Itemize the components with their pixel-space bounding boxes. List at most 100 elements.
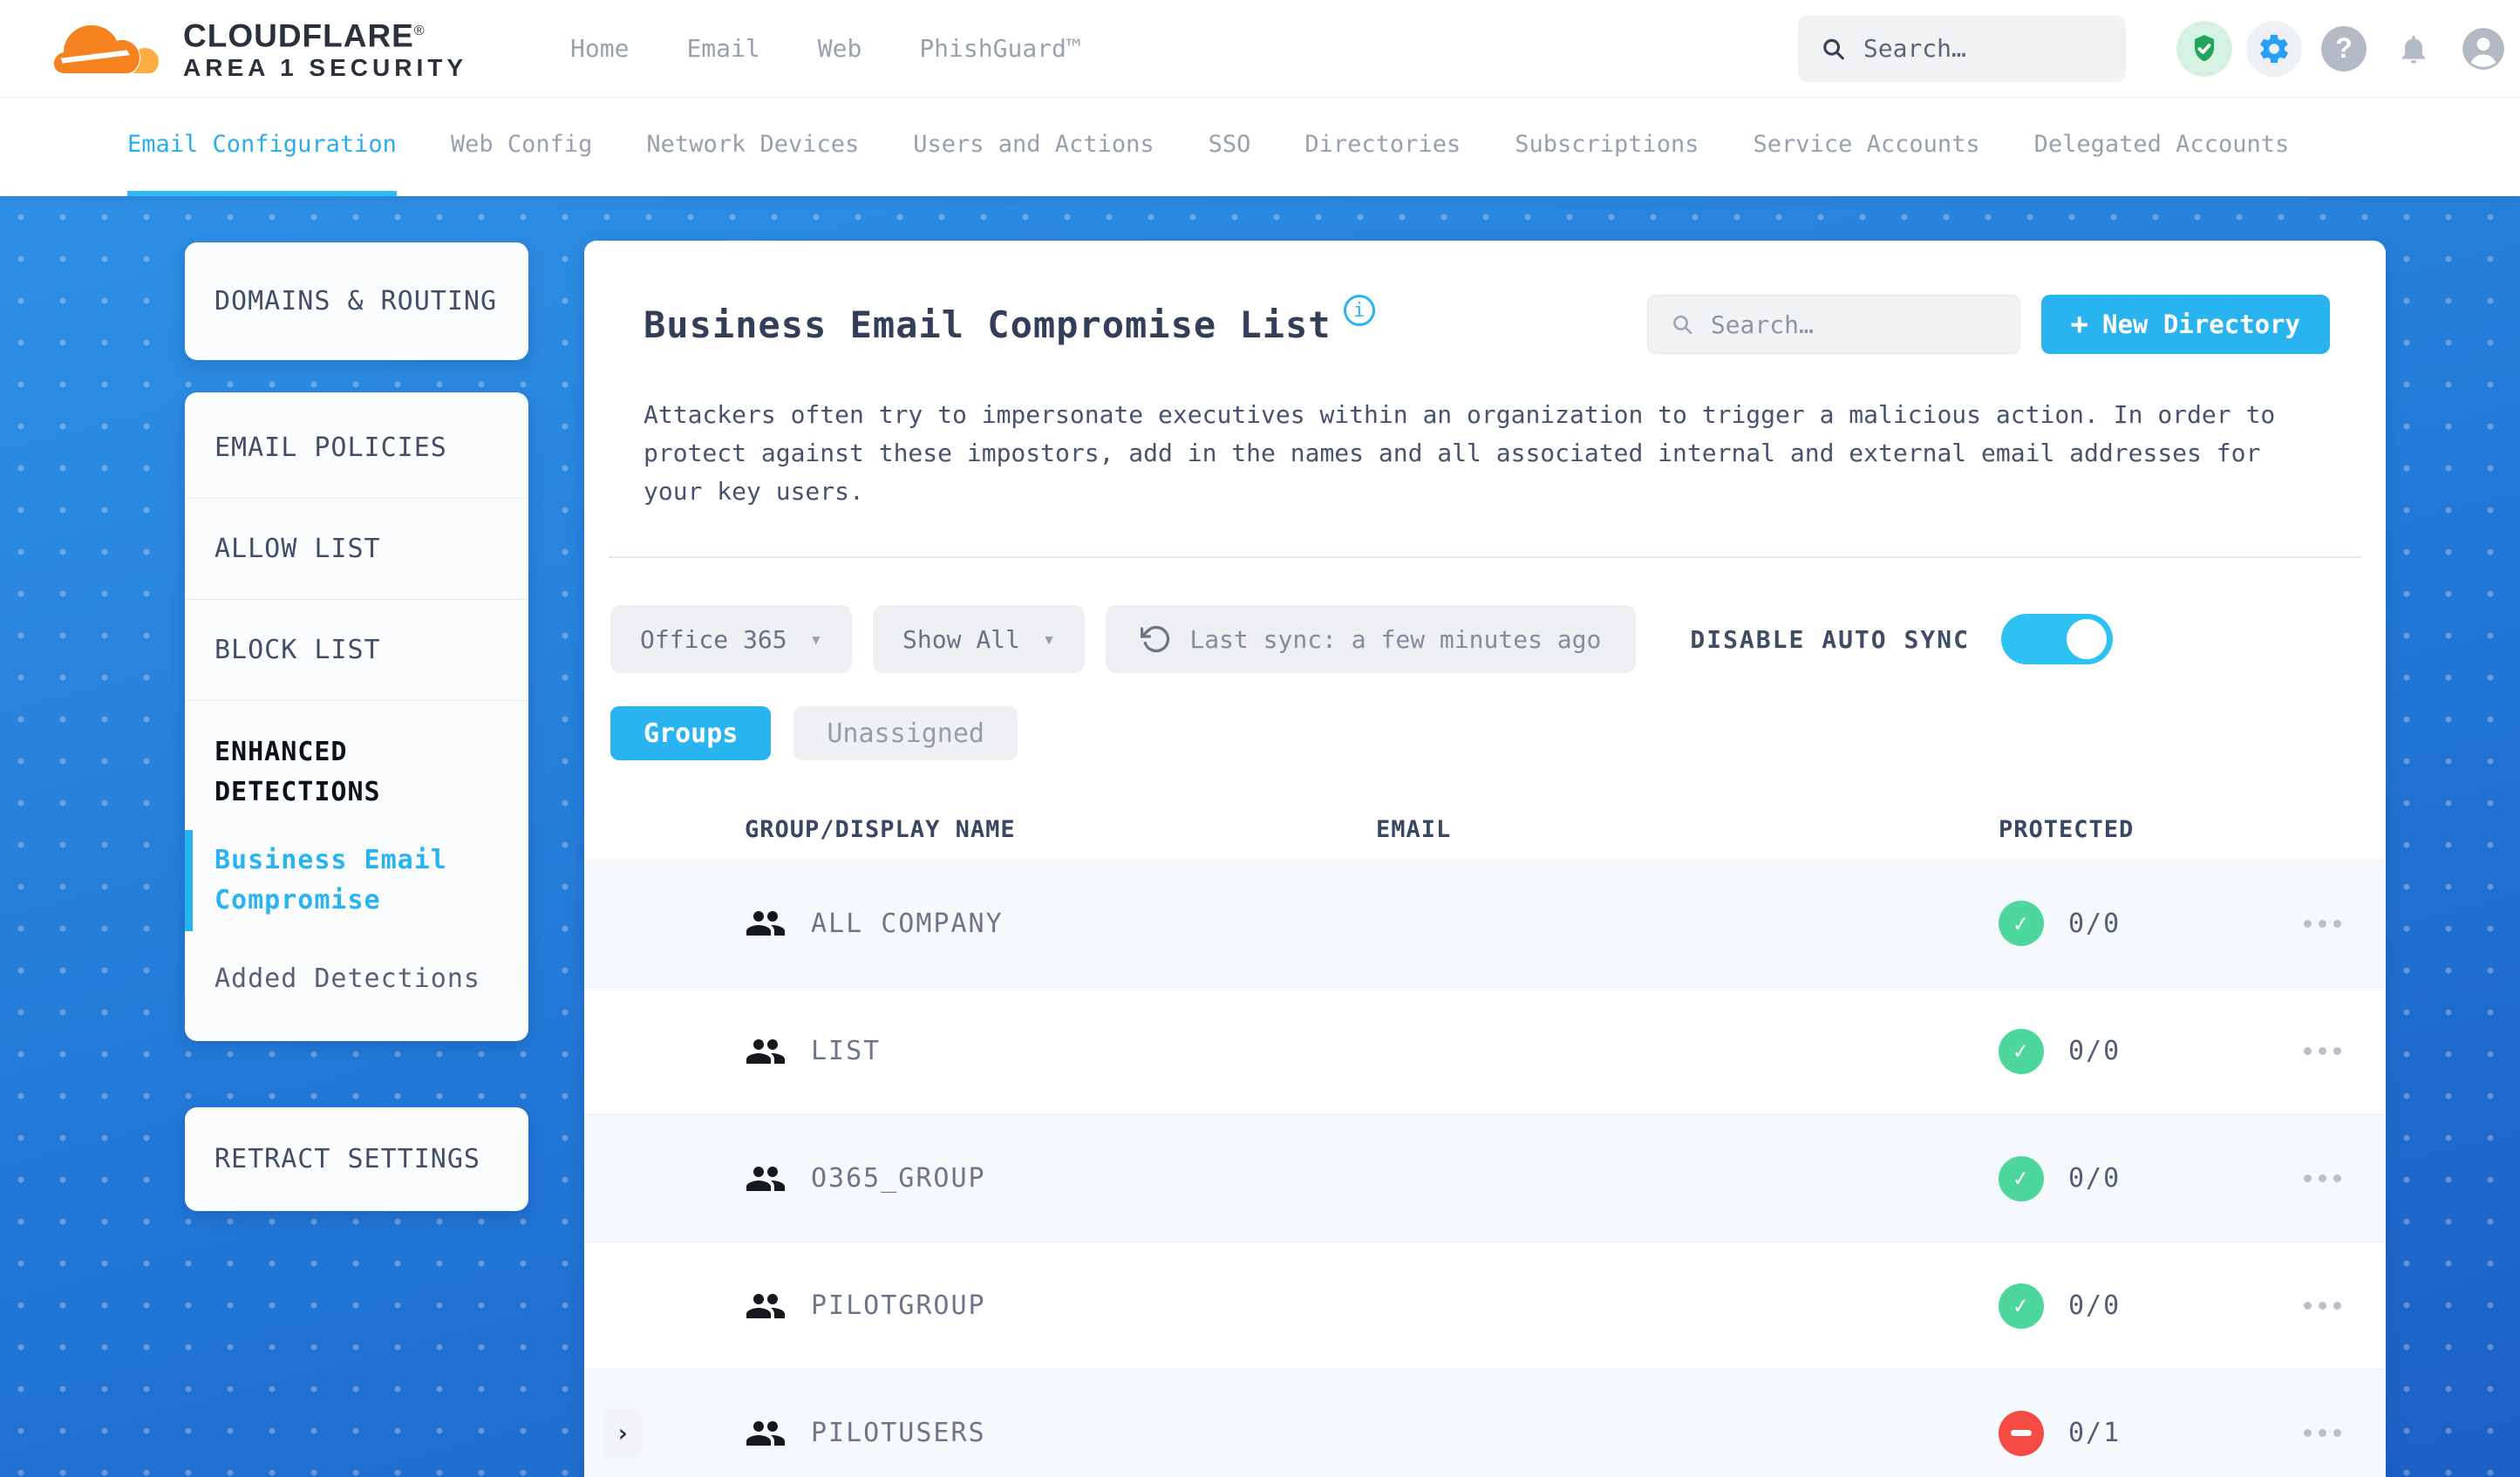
table-row[interactable]: › PILOTUSERS ✓: [584, 1369, 2386, 1477]
subnav-email-configuration[interactable]: Email Configuration: [127, 98, 397, 196]
column-protected: PROTECTED: [1999, 815, 2135, 843]
protected-status-icon: ✓: [1999, 1028, 2044, 1074]
subnav-directories[interactable]: Directories: [1304, 98, 1461, 196]
toggle-knob: [2066, 619, 2107, 659]
bell-icon: [2401, 35, 2426, 64]
group-name: ALL COMPANY: [811, 908, 1004, 939]
settings-button[interactable]: [2246, 20, 2302, 77]
table-row[interactable]: O365_GROUP ✓ 0/0: [584, 1114, 2386, 1242]
chevron-down-icon: ▾: [809, 627, 823, 651]
group-name: PILOTUSERS: [811, 1418, 986, 1448]
subnav-delegated-accounts[interactable]: Delegated Accounts: [2034, 98, 2290, 196]
tab-groups[interactable]: Groups: [610, 706, 772, 760]
sidebar-heading-enhanced-detections: ENHANCED DETECTIONS: [215, 737, 381, 807]
directory-search-input[interactable]: [1710, 310, 1997, 339]
row-menu-button[interactable]: [2292, 1162, 2353, 1195]
protected-status-icon: ✓: [1999, 1155, 2044, 1201]
subnav-web-config[interactable]: Web Config: [451, 98, 593, 196]
group-name: LIST: [811, 1036, 882, 1066]
subnav-service-accounts[interactable]: Service Accounts: [1754, 98, 1980, 196]
group-name: PILOTGROUP: [811, 1290, 986, 1321]
top-nav-web[interactable]: Web: [818, 34, 862, 63]
protected-count: 0/1: [2068, 1418, 2122, 1448]
directory-search[interactable]: [1646, 295, 2020, 354]
auto-sync-toggle[interactable]: [2000, 614, 2113, 664]
sidebar-item-block-list[interactable]: BLOCK LIST: [185, 600, 528, 700]
new-directory-label: New Directory: [2102, 310, 2300, 339]
protected-count: 0/0: [2068, 908, 2122, 939]
groups-table: GROUP/DISPLAY NAME EMAIL PROTECTED ALL C…: [584, 799, 2386, 1477]
sidebar-item-business-email-compromise[interactable]: Business Email Compromise: [185, 821, 528, 940]
top-nav-phishguard[interactable]: PhishGuard™: [919, 34, 1080, 63]
top-nav-home[interactable]: Home: [570, 34, 629, 63]
group-icon: [745, 1031, 787, 1072]
column-email: EMAIL: [1376, 815, 1452, 843]
check-icon: ✓: [2012, 1037, 2031, 1065]
group-icon: [745, 1285, 787, 1327]
top-nav-email[interactable]: Email: [686, 34, 759, 63]
title-row: Business Email Compromise List i + New D…: [584, 241, 2386, 354]
row-menu-button[interactable]: [2292, 1035, 2353, 1067]
protected-status-icon: ✓: [1999, 1410, 2044, 1456]
row-menu-button[interactable]: [2292, 1290, 2353, 1322]
registered-mark: ®: [413, 23, 426, 38]
row-menu-button[interactable]: [2292, 1417, 2353, 1449]
tab-row: Groups Unassigned: [584, 706, 2386, 760]
subnav-sso[interactable]: SSO: [1209, 98, 1251, 196]
security-status-button[interactable]: [2176, 20, 2232, 77]
new-directory-button[interactable]: + New Directory: [2040, 295, 2330, 354]
global-search-input[interactable]: [1863, 34, 2103, 63]
group-icon: [745, 902, 787, 944]
table-row[interactable]: LIST ✓ 0/0: [584, 987, 2386, 1114]
row-menu-button[interactable]: [2292, 908, 2353, 940]
notifications-button[interactable]: [2386, 21, 2442, 77]
filter-row: Office 365 ▾ Show All ▾ Last sync: a few…: [584, 605, 2386, 673]
page-title: Business Email Compromise List: [644, 303, 1332, 346]
search-icon: [1823, 38, 1844, 59]
check-icon: ✓: [2012, 1291, 2031, 1320]
sidebar-item-added-detections[interactable]: Added Detections: [185, 940, 528, 1018]
auto-sync-label: DISABLE AUTO SYNC: [1690, 624, 1970, 654]
account-button[interactable]: [2455, 21, 2511, 77]
subnav-users-and-actions[interactable]: Users and Actions: [913, 98, 1154, 196]
sidebar-item-allow-list[interactable]: ALLOW LIST: [185, 499, 528, 599]
brand-subname: AREA 1 SECURITY: [183, 54, 468, 82]
chevron-down-icon: ▾: [1042, 627, 1056, 651]
show-filter-dropdown[interactable]: Show All ▾: [873, 605, 1086, 673]
check-icon: ✓: [2012, 909, 2031, 938]
refresh-icon: [1141, 625, 1170, 653]
directory-filter-dropdown[interactable]: Office 365 ▾: [610, 605, 853, 673]
sidebar-item-retract-settings[interactable]: RETRACT SETTINGS: [185, 1107, 528, 1211]
plus-icon: +: [2070, 307, 2089, 342]
subnav-subscriptions[interactable]: Subscriptions: [1515, 98, 1699, 196]
top-header: CLOUDFLARE® AREA 1 SECURITY Home Email W…: [0, 0, 2520, 98]
cloudflare-logo-icon: [53, 24, 159, 73]
search-icon: [1672, 315, 1692, 335]
expand-row-button[interactable]: ›: [603, 1407, 642, 1459]
protected-count: 0/0: [2068, 1290, 2122, 1321]
protected-count: 0/0: [2068, 1036, 2122, 1066]
gear-icon: [2260, 34, 2288, 63]
page-description: Attackers often try to impersonate execu…: [644, 400, 2276, 506]
brand: CLOUDFLARE® AREA 1 SECURITY: [52, 10, 467, 87]
brand-name: CLOUDFLARE®: [183, 17, 426, 54]
subnav-network-devices[interactable]: Network Devices: [646, 98, 859, 196]
main-panel: Business Email Compromise List i + New D…: [584, 241, 2386, 1477]
minus-icon: [2011, 1430, 2032, 1436]
check-icon: ✓: [2012, 1164, 2031, 1193]
group-icon: [745, 1412, 787, 1454]
tab-unassigned[interactable]: Unassigned: [793, 706, 1018, 760]
table-row[interactable]: ALL COMPANY ✓ 0/0: [584, 860, 2386, 987]
sidebar-item-email-policies[interactable]: EMAIL POLICIES: [185, 398, 528, 498]
table-row[interactable]: PILOTGROUP ✓ 0/0: [584, 1242, 2386, 1369]
sidebar-policies-card: EMAIL POLICIES ALLOW LIST BLOCK LIST ENH…: [185, 392, 528, 1041]
global-search[interactable]: [1798, 15, 2126, 82]
protected-status-icon: ✓: [1999, 901, 2044, 946]
info-icon[interactable]: i: [1343, 295, 1375, 326]
title-actions: + New Directory: [1646, 295, 2330, 354]
table-body: ALL COMPANY ✓ 0/0 LIST ✓ 0/0 O365_GROUP …: [584, 860, 2386, 1477]
top-nav: Home Email Web PhishGuard™: [570, 34, 1081, 63]
last-sync-button[interactable]: Last sync: a few minutes ago: [1106, 605, 1637, 673]
help-button[interactable]: ?: [2316, 21, 2372, 77]
sidebar-item-domains-routing[interactable]: DOMAINS & ROUTING: [185, 242, 528, 360]
